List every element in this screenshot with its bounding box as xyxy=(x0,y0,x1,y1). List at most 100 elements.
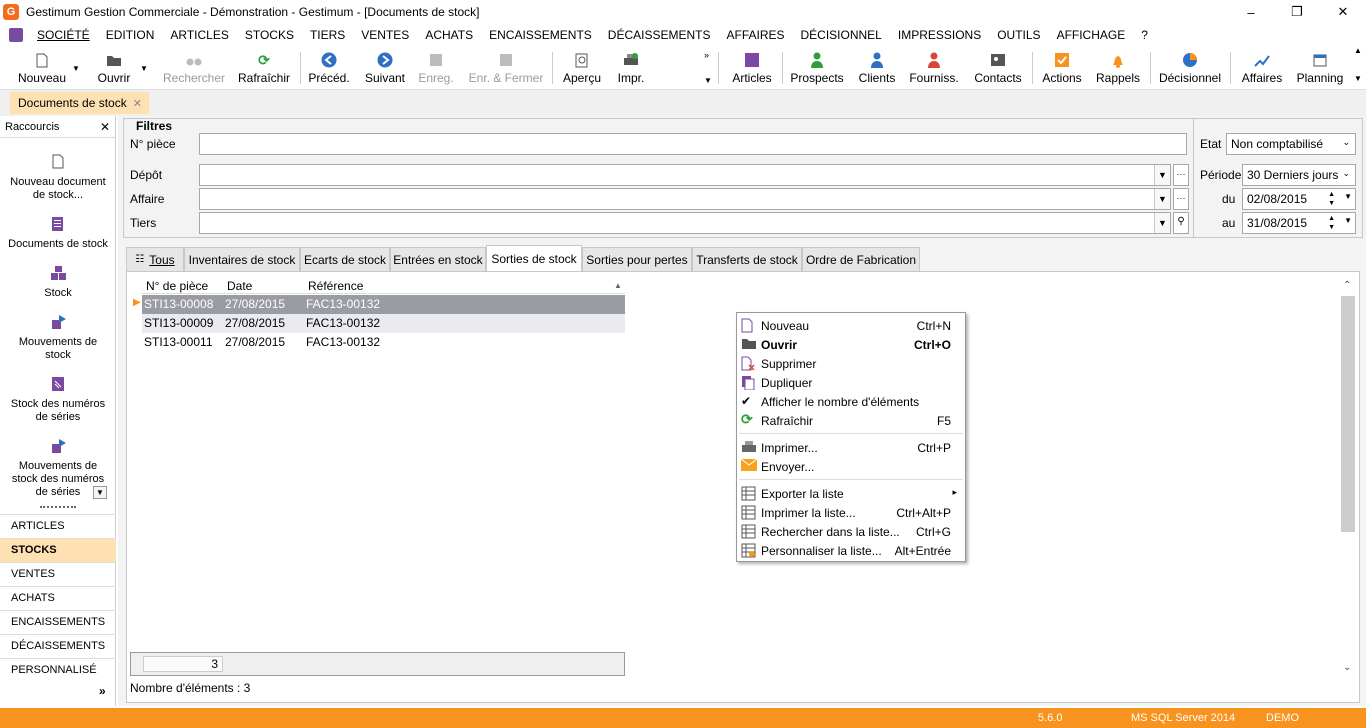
category-decaissements[interactable]: DÉCAISSEMENTS xyxy=(0,634,116,658)
imprimer-button[interactable]: Impr. xyxy=(612,48,650,88)
du-spinner-icon[interactable]: ▲ ▼ xyxy=(1328,190,1335,208)
category-ventes[interactable]: VENTES xyxy=(0,562,116,586)
depot-more-button[interactable]: ··· xyxy=(1173,164,1189,186)
sidebar-more-icon[interactable]: » xyxy=(99,684,106,698)
scroll-thumb[interactable] xyxy=(1341,296,1355,532)
affaire-dropdown-icon[interactable]: ▼ xyxy=(1154,189,1170,209)
articles-button[interactable]: Articles xyxy=(728,48,776,88)
tiers-dropdown-icon[interactable]: ▼ xyxy=(1154,213,1170,233)
minimize-button[interactable]: – xyxy=(1228,0,1274,24)
document-menu-icon[interactable] xyxy=(9,28,23,42)
scroll-down-icon[interactable]: ⌄ xyxy=(1343,662,1351,673)
contacts-button[interactable]: Contacts xyxy=(972,48,1024,88)
nouveau-dropdown-icon[interactable]: ▼ xyxy=(72,64,80,73)
ctx-envoyer[interactable]: Envoyer... xyxy=(737,457,965,476)
menu-articles[interactable]: ARTICLES xyxy=(162,24,236,46)
shortcut-stock[interactable]: Stock xyxy=(0,265,116,300)
close-sidebar-icon[interactable]: ✕ xyxy=(100,120,110,134)
au-spinner-icon[interactable]: ▲ ▼ xyxy=(1328,214,1335,232)
menu-outils[interactable]: OUTILS xyxy=(989,24,1048,46)
au-calendar-dropdown-icon[interactable]: ▼ xyxy=(1344,216,1352,225)
shortcut-documents-stock[interactable]: Documents de stock xyxy=(0,216,116,251)
affaire-more-button[interactable]: ··· xyxy=(1173,188,1189,210)
category-articles[interactable]: ARTICLES xyxy=(0,514,116,538)
grid-header-date[interactable]: Date xyxy=(227,279,252,293)
decisionnel-button[interactable]: Décisionnel xyxy=(1156,48,1224,88)
apercu-button[interactable]: Aperçu xyxy=(560,48,604,88)
menu-decisionnel[interactable]: DÉCISIONNEL xyxy=(793,24,890,46)
grid-header-reference[interactable]: Référence xyxy=(308,279,363,293)
rafraichir-button[interactable]: ⟳ Rafraîchir xyxy=(236,48,292,88)
enregistrer-fermer-button[interactable]: Enr. & Fermer xyxy=(466,48,546,88)
menu-decaissements[interactable]: DÉCAISSEMENTS xyxy=(600,24,719,46)
shortcut-nouveau-document[interactable]: Nouveau document de stock... xyxy=(0,154,116,202)
periode-select[interactable]: 30 Derniers jours ⌄ xyxy=(1242,164,1356,186)
menu-affaires[interactable]: AFFAIRES xyxy=(718,24,792,46)
tab-inventaires[interactable]: Inventaires de stock xyxy=(184,247,300,271)
category-achats[interactable]: ACHATS xyxy=(0,586,116,610)
category-encaissements[interactable]: ENCAISSEMENTS xyxy=(0,610,116,634)
menu-societe[interactable]: SOCIÉTÉ xyxy=(29,24,98,46)
du-date-input[interactable]: 02/08/2015 ▲ ▼ ▼ xyxy=(1242,188,1356,210)
menu-edition[interactable]: EDITION xyxy=(98,24,163,46)
toolbar-options-icon[interactable]: ▼ xyxy=(704,76,712,85)
etat-select[interactable]: Non comptabilisé ⌄ xyxy=(1226,133,1356,155)
ctx-imprimer[interactable]: Imprimer... Ctrl+P xyxy=(737,438,965,457)
ctx-supprimer[interactable]: Supprimer xyxy=(737,354,965,373)
affaires-button[interactable]: Affaires xyxy=(1238,48,1286,88)
toolbar-scroll-down-icon[interactable]: ▼ xyxy=(1354,74,1362,83)
scroll-up-icon[interactable]: ⌃ xyxy=(1343,280,1351,291)
maximize-button[interactable]: ❐ xyxy=(1274,0,1320,24)
table-row[interactable]: STI13-00008 27/08/2015 FAC13-00132 xyxy=(142,295,625,314)
sidebar-scroll-down-icon[interactable]: ▼ xyxy=(93,486,107,499)
depot-dropdown-icon[interactable]: ▼ xyxy=(1154,165,1170,185)
document-tab[interactable]: Documents de stock ✕ xyxy=(10,92,149,114)
toolbar-scroll-up-icon[interactable]: ▲ xyxy=(1354,46,1362,55)
prospects-button[interactable]: Prospects xyxy=(788,48,846,88)
tab-entrees[interactable]: Entrées en stock xyxy=(390,247,486,271)
grid-sort-icon[interactable]: ▲ xyxy=(614,281,622,290)
tiers-search-icon[interactable]: ⚲ xyxy=(1173,212,1189,234)
menu-tiers[interactable]: TIERS xyxy=(302,24,353,46)
ouvrir-button[interactable]: Ouvrir xyxy=(92,48,136,88)
menu-help[interactable]: ? xyxy=(1133,24,1156,46)
category-personnalise[interactable]: PERSONNALISÉ xyxy=(0,658,116,682)
ctx-nouveau[interactable]: Nouveau Ctrl+N xyxy=(737,316,965,335)
close-tab-icon[interactable]: ✕ xyxy=(133,97,142,110)
num-piece-input[interactable] xyxy=(199,133,1187,155)
vertical-scrollbar[interactable]: ⌃ ⌄ xyxy=(1340,278,1356,678)
tab-sorties-pertes[interactable]: Sorties pour pertes xyxy=(582,247,692,271)
ctx-ouvrir[interactable]: Ouvrir Ctrl+O xyxy=(737,335,965,354)
toolbar-overflow-icon[interactable]: » xyxy=(704,50,709,60)
menu-ventes[interactable]: VENTES xyxy=(353,24,417,46)
tab-ordre-fabrication[interactable]: Ordre de Fabrication xyxy=(802,247,920,271)
table-row[interactable]: STI13-00011 27/08/2015 FAC13-00132 xyxy=(142,333,625,352)
planning-button[interactable]: Planning xyxy=(1294,48,1346,88)
sidebar-splitter[interactable] xyxy=(40,506,76,508)
suivant-button[interactable]: Suivant xyxy=(362,48,408,88)
table-row[interactable]: STI13-00009 27/08/2015 FAC13-00132 xyxy=(142,314,625,333)
tab-ecarts[interactable]: Ecarts de stock xyxy=(300,247,390,271)
affaire-input[interactable]: ▼ xyxy=(199,188,1171,210)
menu-stocks[interactable]: STOCKS xyxy=(237,24,302,46)
ctx-exporter-liste[interactable]: Exporter la liste ▸ xyxy=(737,484,965,503)
ctx-rechercher-liste[interactable]: Rechercher dans la liste... Ctrl+G xyxy=(737,522,965,541)
tiers-input[interactable]: ▼ xyxy=(199,212,1171,234)
nouveau-button[interactable]: Nouveau xyxy=(14,48,70,88)
shortcut-stock-numeros-series[interactable]: Stock des numéros de séries xyxy=(0,376,116,424)
tab-sorties[interactable]: Sorties de stock xyxy=(486,245,582,271)
rappels-button[interactable]: Rappels xyxy=(1094,48,1142,88)
close-window-button[interactable]: ✕ xyxy=(1320,0,1366,24)
precedent-button[interactable]: Précéd. xyxy=(306,48,352,88)
du-calendar-dropdown-icon[interactable]: ▼ xyxy=(1344,192,1352,201)
menu-impressions[interactable]: IMPRESSIONS xyxy=(890,24,989,46)
actions-button[interactable]: Actions xyxy=(1038,48,1086,88)
menu-affichage[interactable]: AFFICHAGE xyxy=(1049,24,1134,46)
shortcut-mouvements-stock[interactable]: Mouvements de stock xyxy=(0,314,116,362)
depot-input[interactable]: ▼ xyxy=(199,164,1171,186)
rechercher-button[interactable]: Rechercher xyxy=(162,48,226,88)
tab-transferts[interactable]: Transferts de stock xyxy=(692,247,802,271)
clients-button[interactable]: Clients xyxy=(856,48,898,88)
fournisseurs-button[interactable]: Fourniss. xyxy=(908,48,960,88)
au-date-input[interactable]: 31/08/2015 ▲ ▼ ▼ xyxy=(1242,212,1356,234)
